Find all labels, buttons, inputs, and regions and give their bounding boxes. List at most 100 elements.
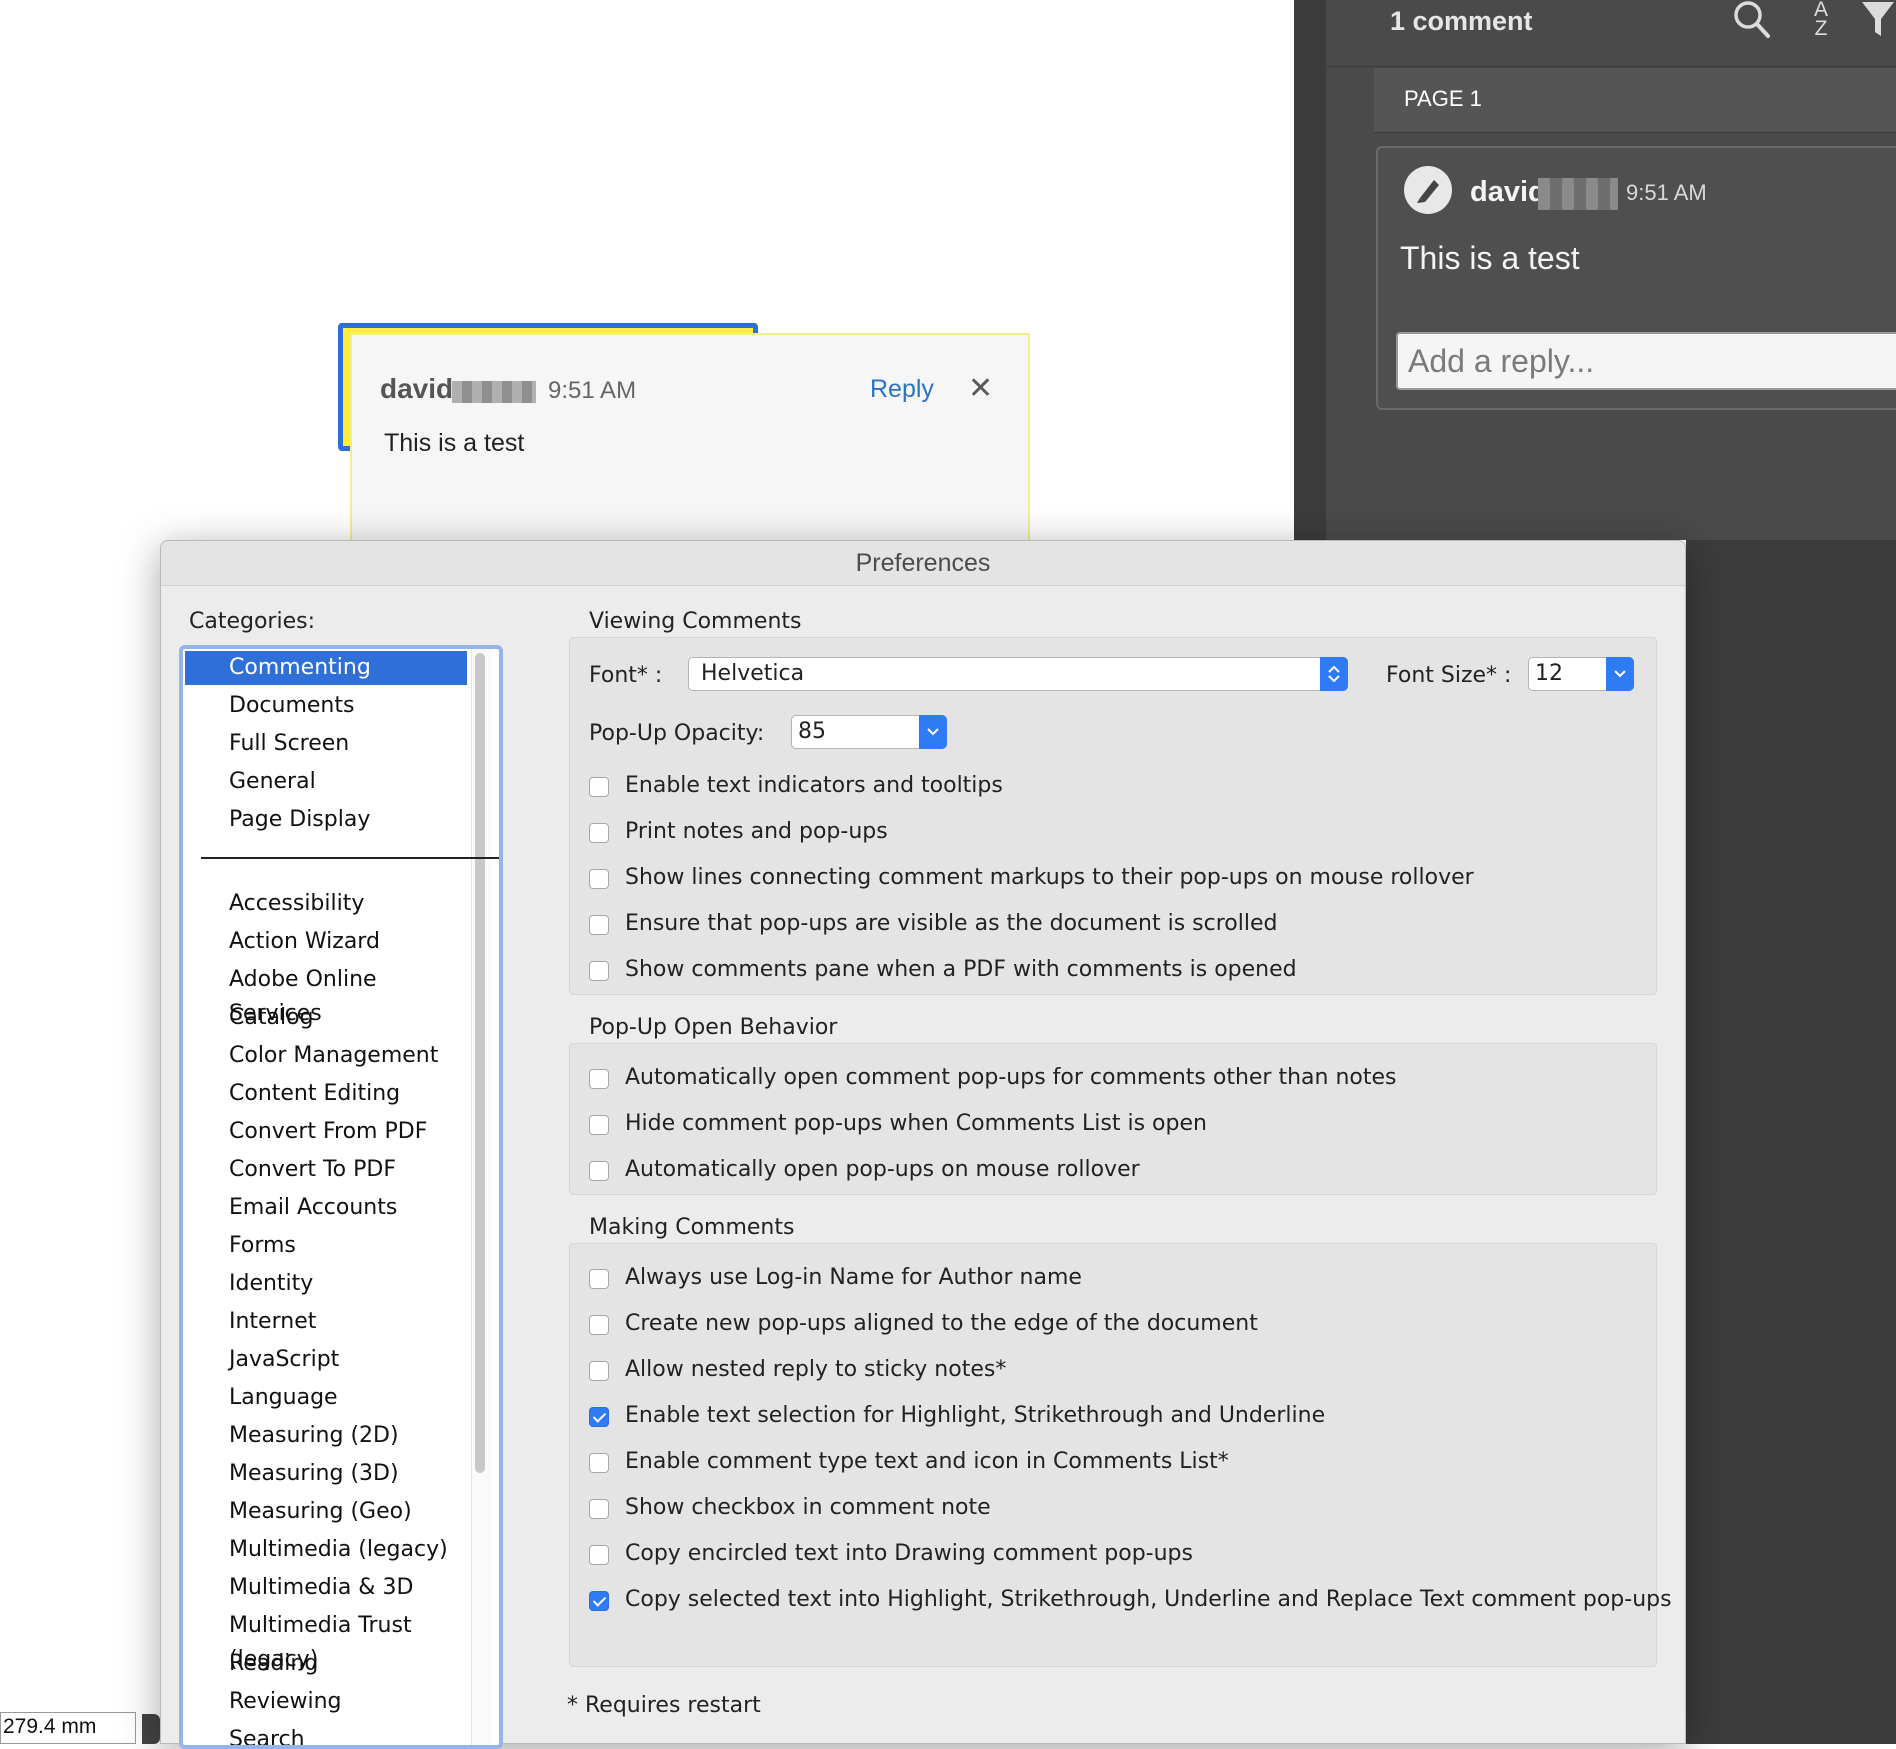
- category-item[interactable]: Multimedia Trust (legacy): [185, 1609, 467, 1672]
- category-item[interactable]: Adobe Online Services: [185, 963, 467, 1026]
- category-item[interactable]: Convert From PDF: [185, 1115, 467, 1149]
- popup-time: 9:51 AM: [548, 377, 637, 404]
- sort-icon[interactable]: AZ: [1810, 0, 1832, 39]
- checkbox[interactable]: [589, 961, 609, 981]
- option-label: Enable comment type text and icon in Com…: [625, 1449, 1229, 1474]
- making-comments-heading: Making Comments: [589, 1215, 795, 1240]
- reply-input[interactable]: [1396, 332, 1896, 390]
- category-item[interactable]: Email Accounts: [185, 1191, 467, 1225]
- checkbox[interactable]: [589, 823, 609, 843]
- checkbox[interactable]: [589, 915, 609, 935]
- categories-list[interactable]: Commenting Documents Full Screen General Pag…: [179, 645, 503, 1749]
- filter-icon[interactable]: [1860, 0, 1896, 45]
- checkbox[interactable]: [589, 1545, 609, 1565]
- font-size-value: 12: [1535, 661, 1563, 686]
- category-item[interactable]: Forms: [185, 1229, 467, 1263]
- option-label: Ensure that pop-ups are visible as the d…: [625, 911, 1278, 936]
- option-label: Create new pop-ups aligned to the edge o…: [625, 1311, 1258, 1336]
- category-item[interactable]: Catalog: [185, 1001, 467, 1035]
- dialog-title: Preferences: [855, 549, 991, 577]
- comment-time: 9:51 AM: [1626, 180, 1707, 205]
- category-item[interactable]: Color Management: [185, 1039, 467, 1073]
- reply-link[interactable]: Reply: [870, 375, 934, 404]
- redacted-name: [1538, 178, 1618, 210]
- comments-pane-header: 1 comment AZ: [1326, 0, 1896, 67]
- option-label: Hide comment pop-ups when Comments List …: [625, 1111, 1207, 1136]
- measurement-readout: 279.4 mm: [0, 1712, 136, 1744]
- search-icon[interactable]: [1730, 0, 1776, 46]
- chevron-down-icon: [919, 715, 947, 749]
- category-item[interactable]: Content Editing: [185, 1077, 467, 1111]
- category-item[interactable]: Reading: [185, 1647, 467, 1681]
- category-item[interactable]: Measuring (2D): [185, 1419, 467, 1453]
- category-item[interactable]: Page Display: [185, 803, 467, 837]
- category-item[interactable]: Convert To PDF: [185, 1153, 467, 1187]
- category-item[interactable]: Documents: [185, 689, 467, 723]
- checkbox[interactable]: [589, 869, 609, 889]
- popup-author: david: [380, 373, 454, 404]
- chevron-down-icon: [1606, 657, 1634, 691]
- option-label: Show comments pane when a PDF with comme…: [625, 957, 1297, 982]
- category-item[interactable]: Measuring (Geo): [185, 1495, 467, 1529]
- category-item[interactable]: Internet: [185, 1305, 467, 1339]
- checkbox[interactable]: [589, 777, 609, 797]
- note-popup[interactable]: david 9:51 AM Reply ✕ This is a test: [350, 333, 1030, 548]
- comment-text: This is a test: [1400, 240, 1580, 276]
- option-label: Show checkbox in comment note: [625, 1495, 991, 1520]
- popup-behavior-heading: Pop-Up Open Behavior: [589, 1015, 838, 1040]
- checkbox[interactable]: [589, 1069, 609, 1089]
- redacted-name: [452, 381, 536, 403]
- option-label: Copy encircled text into Drawing comment…: [625, 1541, 1193, 1566]
- category-item[interactable]: Full Screen: [185, 727, 467, 761]
- category-item[interactable]: Accessibility: [185, 887, 467, 921]
- category-item[interactable]: Measuring (3D): [185, 1457, 467, 1491]
- restart-note: * Requires restart: [567, 1693, 761, 1718]
- font-size-label: Font Size* :: [1386, 663, 1512, 688]
- font-label: Font* :: [589, 663, 663, 688]
- checkbox[interactable]: [589, 1453, 609, 1473]
- checkbox[interactable]: [589, 1591, 609, 1611]
- popup-text: This is a test: [384, 429, 525, 457]
- category-item[interactable]: Action Wizard: [185, 925, 467, 959]
- page-group-header[interactable]: PAGE 1: [1374, 68, 1896, 133]
- checkbox[interactable]: [589, 1407, 609, 1427]
- categories-divider: [201, 857, 499, 859]
- toolbar-handle[interactable]: [142, 1714, 160, 1744]
- checkbox[interactable]: [589, 1315, 609, 1335]
- option-label: Enable text indicators and tooltips: [625, 773, 1003, 798]
- category-item[interactable]: Reviewing: [185, 1685, 467, 1719]
- chevron-updown-icon: [1320, 657, 1348, 691]
- highlight-pen-icon: [1404, 166, 1452, 214]
- category-item[interactable]: Multimedia & 3D: [185, 1571, 467, 1605]
- checkbox[interactable]: [589, 1161, 609, 1181]
- font-size-select[interactable]: 12: [1528, 657, 1634, 691]
- option-label: Allow nested reply to sticky notes*: [625, 1357, 1007, 1382]
- checkbox[interactable]: [589, 1499, 609, 1519]
- category-item[interactable]: General: [185, 765, 467, 799]
- comment-count: 1 comment: [1390, 6, 1533, 36]
- checkbox[interactable]: [589, 1361, 609, 1381]
- category-item[interactable]: Commenting: [185, 651, 467, 685]
- font-value: Helvetica: [701, 661, 805, 686]
- font-select[interactable]: Helvetica: [688, 657, 1348, 691]
- close-icon[interactable]: ✕: [968, 371, 993, 406]
- comment-card[interactable]: david 9:51 AM This is a test: [1376, 146, 1896, 410]
- checkbox[interactable]: [589, 1269, 609, 1289]
- category-item[interactable]: Search: [185, 1723, 467, 1745]
- dialog-titlebar[interactable]: Preferences: [161, 541, 1685, 586]
- categories-scrollbar[interactable]: [475, 653, 485, 1473]
- categories-label: Categories:: [189, 609, 315, 634]
- opacity-select[interactable]: 85: [791, 715, 947, 749]
- option-label: Enable text selection for Highlight, Str…: [625, 1403, 1326, 1428]
- option-label: Print notes and pop-ups: [625, 819, 888, 844]
- viewing-comments-heading: Viewing Comments: [589, 609, 802, 634]
- comments-pane-lower: [1686, 540, 1896, 1744]
- category-item[interactable]: Multimedia (legacy): [185, 1533, 467, 1567]
- option-label: Show lines connecting comment markups to…: [625, 865, 1474, 890]
- category-item[interactable]: JavaScript: [185, 1343, 467, 1377]
- category-item[interactable]: Identity: [185, 1267, 467, 1301]
- opacity-label: Pop-Up Opacity:: [589, 721, 765, 746]
- category-item[interactable]: Language: [185, 1381, 467, 1415]
- option-label: Automatically open pop-ups on mouse roll…: [625, 1157, 1140, 1182]
- checkbox[interactable]: [589, 1115, 609, 1135]
